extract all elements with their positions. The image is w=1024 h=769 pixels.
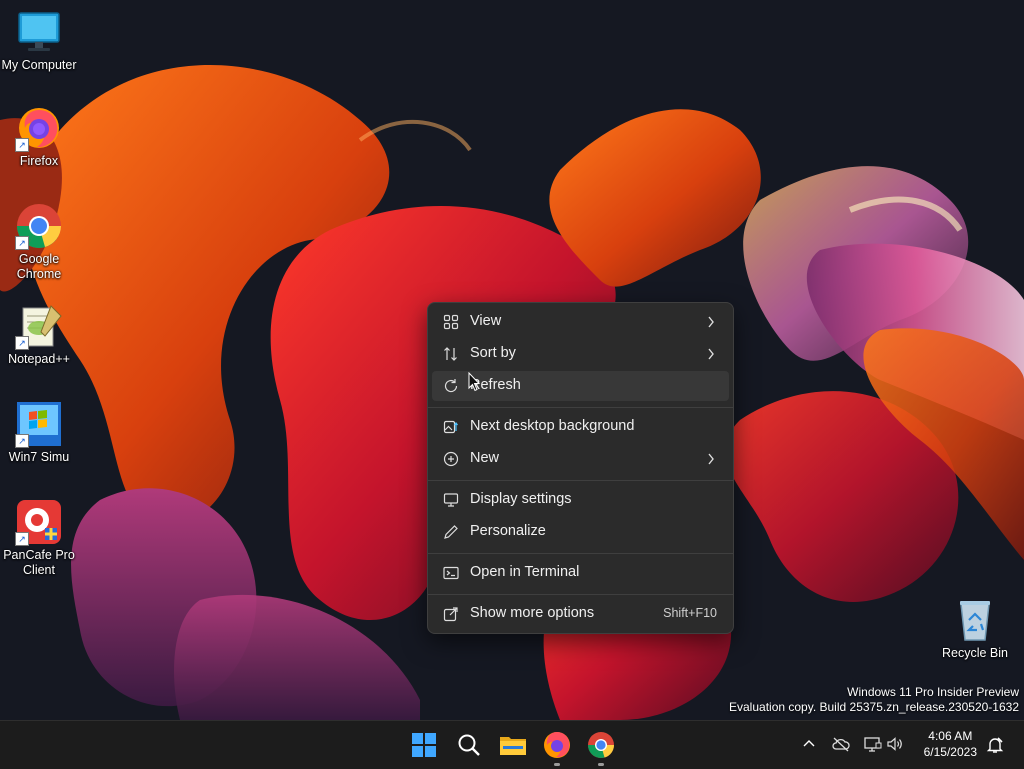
menu-item-personalize[interactable]: Personalize [432,517,729,547]
desktop-icon-my-computer[interactable]: My Computer [0,8,78,73]
menu-item-label: Next desktop background [470,418,635,434]
menu-item-sort-by[interactable]: Sort by [432,339,729,369]
running-indicator [598,763,604,766]
desktop-icon-recycle-bin[interactable]: Recycle Bin [936,596,1014,661]
clock-date: 6/15/2023 [923,745,977,759]
image-next-icon [443,420,458,434]
taskbar-file-explorer-button[interactable] [497,729,529,761]
shortcut-arrow-icon: ↗ [15,138,29,152]
desktop-icon-label: Firefox [19,154,59,168]
menu-item-label: New [470,450,500,466]
plus-circle-icon [443,451,459,467]
shortcut-arrow-icon: ↗ [15,434,29,448]
menu-item-label: Display settings [470,491,572,507]
keyboard-shortcut: Shift+F10 [663,606,717,620]
refresh-icon [444,379,458,393]
menu-item-display-settings[interactable]: Display settings [432,485,729,515]
menu-separator [428,594,733,595]
notification-bell-icon[interactable] [986,736,1004,754]
recycle-bin-icon [951,596,999,644]
desktop-icon-win7simu[interactable]: ↗ Win7 Simu [0,400,78,465]
chrome-icon [587,732,614,758]
menu-separator [428,480,733,481]
volume-icon[interactable] [887,737,903,751]
firefox-icon [544,732,570,758]
share-icon [443,607,458,622]
taskbar-clock[interactable]: 4:06 AM 6/15/2023 [924,728,977,760]
desktop-context-menu: View Sort by Refresh Next desktop backgr… [427,302,734,634]
windows-evaluation-watermark: Windows 11 Pro Insider Preview Evaluatio… [729,685,1019,715]
desktop-icon-label: Recycle Bin [942,646,1008,660]
desktop-icon-notepadpp[interactable]: ↗ Notepad++ [0,302,78,367]
clock-time: 4:06 AM [928,729,973,743]
taskbar-start-button[interactable] [408,729,440,761]
chevron-right-icon [708,348,714,360]
desktop-icon-label: Google Chrome [16,252,62,281]
desktop-icon-label: PanCafe Pro Client [3,548,75,577]
grid-icon [443,314,459,330]
search-icon [458,734,480,756]
menu-item-label: Open in Terminal [470,564,580,580]
desktop-icon-pancafe[interactable]: ↗ PanCafe Pro Client [0,498,78,578]
menu-item-label: Sort by [470,345,516,361]
terminal-icon [443,566,459,580]
pen-icon [444,525,458,539]
onedrive-offline-icon[interactable] [832,736,850,752]
desktop-icon-label: My Computer [1,58,77,72]
mouse-cursor-icon [468,372,480,392]
desktop-icon-chrome[interactable]: ↗ Google Chrome [0,202,78,282]
windows-logo-icon [412,733,436,757]
menu-item-next-desktop-background[interactable]: Next desktop background [432,412,729,442]
taskbar-search-button[interactable] [453,729,485,761]
win7-icon: ↗ [15,400,63,448]
desktop-icon-firefox[interactable]: ↗ Firefox [0,104,78,169]
menu-separator [428,553,733,554]
folder-icon [500,737,526,755]
chevron-right-icon [708,316,714,328]
menu-item-label: Personalize [470,523,546,539]
taskbar: 4:06 AM 6/15/2023 [0,720,1024,769]
desktop-icon-label: Notepad++ [8,352,70,366]
watermark-build: Evaluation copy. Build 25375.zn_release.… [729,700,1019,714]
menu-item-view[interactable]: View [432,307,729,337]
system-tray: 4:06 AM 6/15/2023 [795,721,1024,769]
menu-item-label: View [470,313,502,329]
watermark-edition: Windows 11 Pro Insider Preview [847,685,1019,699]
shortcut-arrow-icon: ↗ [15,236,29,250]
pancafe-icon: ↗ [15,498,63,546]
display-icon [443,493,459,507]
shortcut-arrow-icon: ↗ [15,532,29,546]
taskbar-firefox-button[interactable] [541,729,573,766]
menu-item-label: Show more options [470,605,595,621]
chevron-right-icon [708,453,714,465]
firefox-icon: ↗ [15,104,63,152]
menu-item-open-in-terminal[interactable]: Open in Terminal [432,558,729,588]
shortcut-arrow-icon: ↗ [15,336,29,350]
running-indicator [554,763,560,766]
menu-item-new[interactable]: New [432,444,729,474]
notepadpp-icon: ↗ [15,302,63,350]
menu-separator [428,407,733,408]
taskbar-chrome-button[interactable] [585,729,617,766]
chevron-up-icon[interactable] [803,738,815,750]
network-icon[interactable] [864,736,882,752]
menu-item-show-more-options[interactable]: Show more options Shift+F10 [432,599,729,629]
monitor-icon [15,8,63,56]
desktop-icon-label: Win7 Simu [8,450,70,464]
chrome-icon: ↗ [15,202,63,250]
sort-icon [444,347,457,361]
